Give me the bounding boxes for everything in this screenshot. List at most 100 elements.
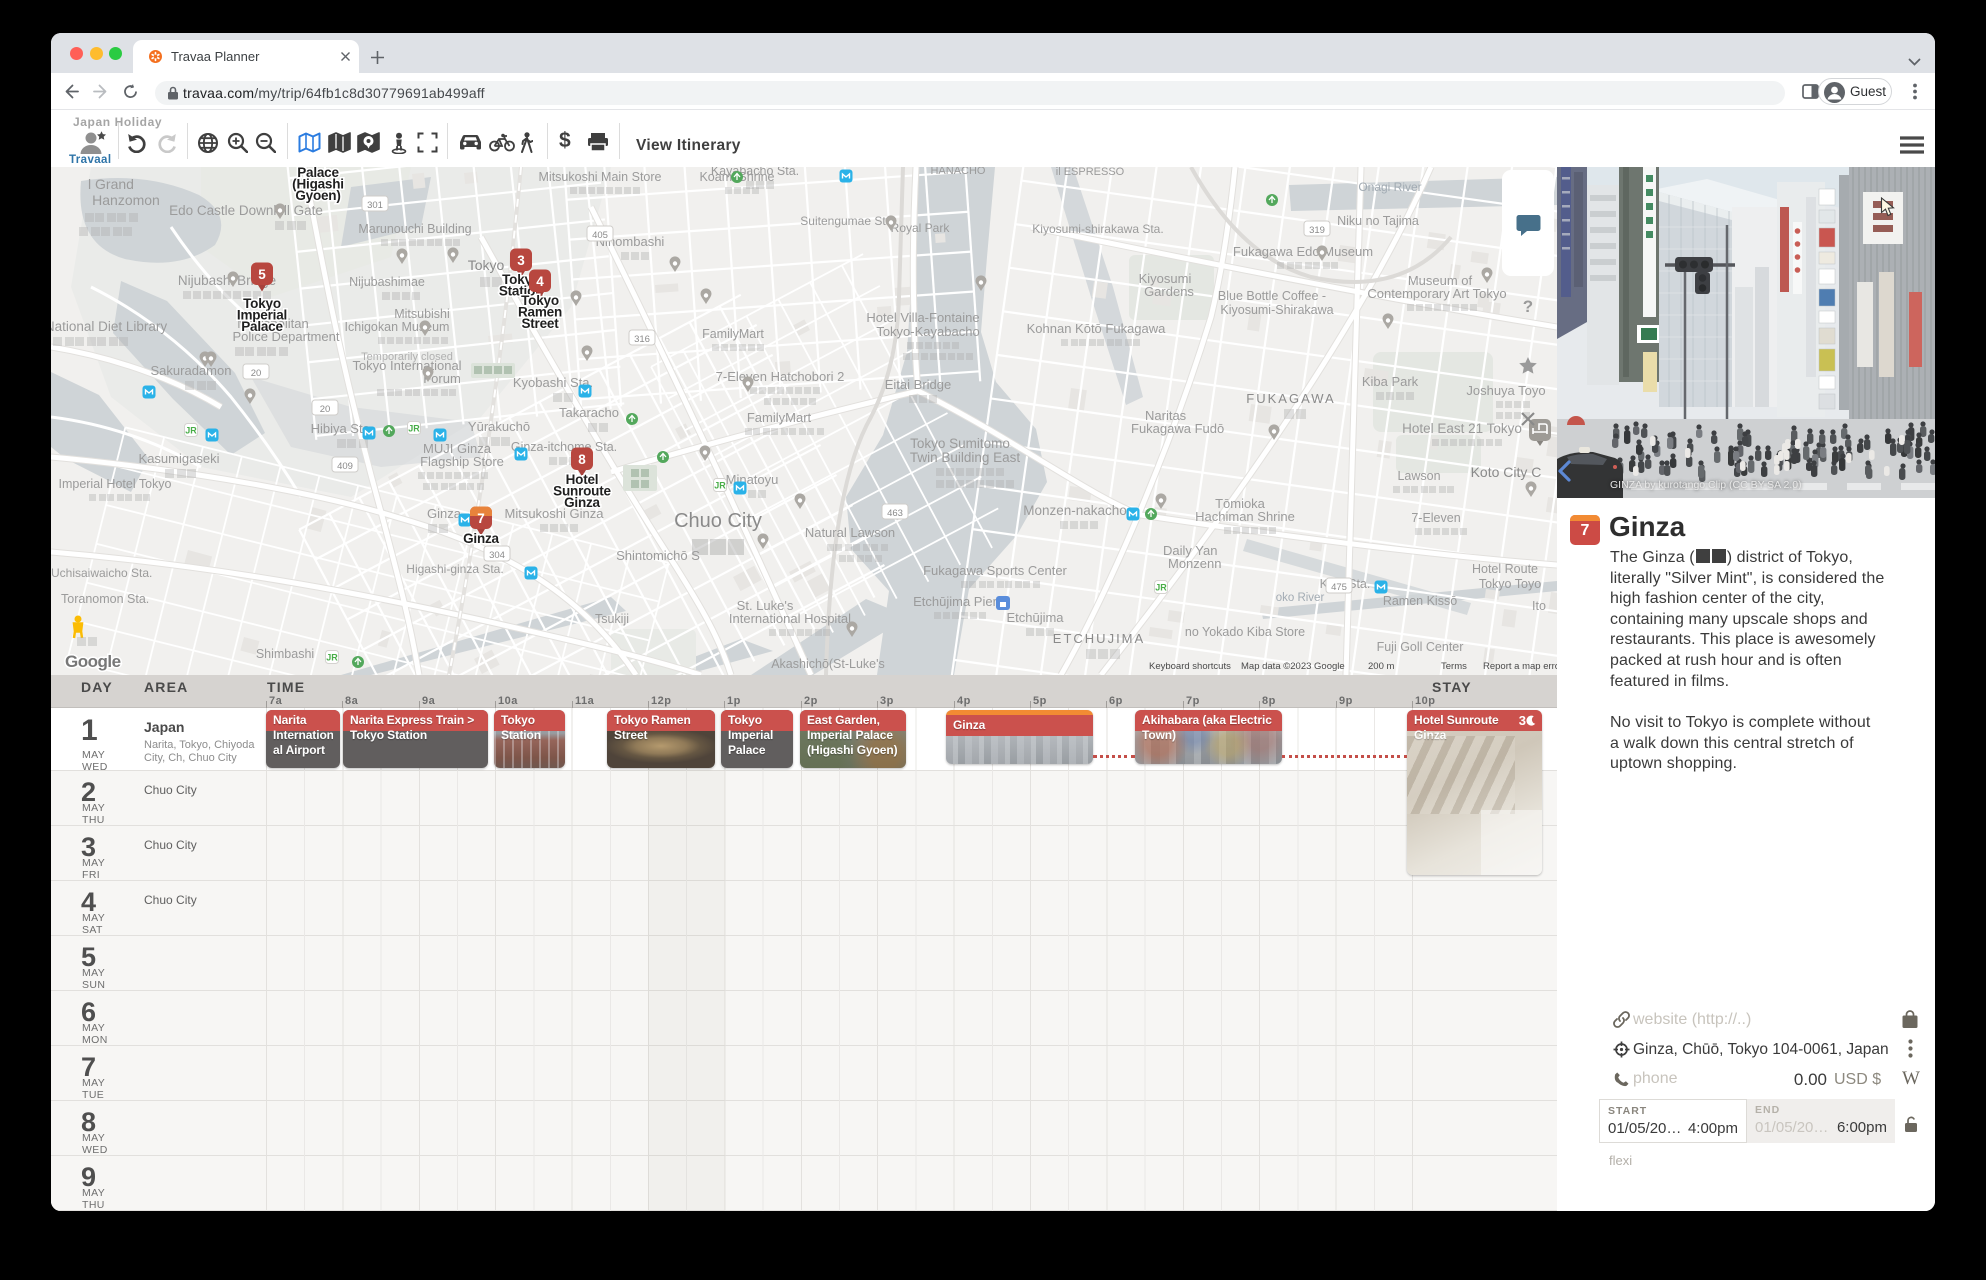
svg-text:Nijubashimae: Nijubashimae xyxy=(349,275,425,289)
svg-text:Akashichō(St-Luke's: Akashichō(St-Luke's xyxy=(771,657,885,671)
svg-text:Edo Castle Downhill Gate: Edo Castle Downhill Gate xyxy=(169,203,323,218)
svg-text:Eitai Bridge: Eitai Bridge xyxy=(885,377,951,392)
svg-text:Imperial Hotel Tokyo: Imperial Hotel Tokyo xyxy=(58,477,171,491)
svg-text:Kiyosumi-shirakawa Sta.: Kiyosumi-shirakawa Sta. xyxy=(1032,222,1163,236)
svg-text:Twin Building East: Twin Building East xyxy=(910,450,1021,465)
svg-text:JR: JR xyxy=(185,426,197,436)
svg-text:Fukagawa Fudō: Fukagawa Fudō xyxy=(1131,421,1224,436)
svg-text:Natural Lawson: Natural Lawson xyxy=(805,525,895,540)
svg-text:Hachiman Shrine: Hachiman Shrine xyxy=(1195,509,1295,524)
svg-text:7-Eleven Hatchobori 2: 7-Eleven Hatchobori 2 xyxy=(716,369,845,384)
svg-text:20: 20 xyxy=(320,404,331,415)
svg-text:Kiba Park: Kiba Park xyxy=(1362,374,1419,389)
svg-text:Lawson: Lawson xyxy=(1397,469,1440,483)
svg-text:Hotel Villa-Fontaine: Hotel Villa-Fontaine xyxy=(866,310,979,325)
svg-text:Ichigokan Museum: Ichigokan Museum xyxy=(345,320,450,334)
svg-text:Kohnan Kōtō Fukagawa: Kohnan Kōtō Fukagawa xyxy=(1027,321,1167,336)
svg-text:Flagship Store: Flagship Store xyxy=(420,454,504,469)
svg-text:Hotel East 21 Tokyo: Hotel East 21 Tokyo xyxy=(1402,421,1522,436)
svg-text:Royal Park: Royal Park xyxy=(891,221,951,235)
svg-text:Etchūjima: Etchūjima xyxy=(1006,610,1064,625)
svg-text:Ito: Ito xyxy=(1532,599,1546,613)
svg-text:JR: JR xyxy=(408,424,420,434)
svg-text:Tsukiji: Tsukiji xyxy=(595,612,629,626)
svg-text:Tokyo Sumitomo: Tokyo Sumitomo xyxy=(910,436,1010,451)
svg-text:4: 4 xyxy=(536,274,544,289)
svg-text:HANACHO: HANACHO xyxy=(930,167,985,177)
svg-text:20: 20 xyxy=(251,368,262,379)
svg-text:Tokyo-Kayabacho: Tokyo-Kayabacho xyxy=(876,324,979,339)
svg-text:405: 405 xyxy=(592,230,608,241)
svg-text:Terms: Terms xyxy=(1441,661,1467,672)
svg-text:oko River: oko River xyxy=(1276,592,1325,604)
svg-text:Suitengumae Sta.: Suitengumae Sta. xyxy=(800,214,895,228)
svg-text:FUKAGAWA: FUKAGAWA xyxy=(1246,391,1335,406)
svg-text:Hotel Route: Hotel Route xyxy=(1472,562,1538,576)
svg-text:301: 301 xyxy=(367,200,383,211)
svg-text:8: 8 xyxy=(578,452,586,467)
svg-text:Onagi River: Onagi River xyxy=(1358,180,1421,194)
svg-text:Tokyo: Tokyo xyxy=(468,257,505,273)
svg-text:no Yokado Kiba Store: no Yokado Kiba Store xyxy=(1185,625,1305,639)
svg-text:Ginza: Ginza xyxy=(564,495,600,510)
svg-text:Report a map error: Report a map error xyxy=(1483,661,1557,672)
svg-text:Fuji Goll Center: Fuji Goll Center xyxy=(1377,640,1464,654)
svg-text:Yūrakuchō: Yūrakuchō xyxy=(468,419,530,434)
svg-text:JR: JR xyxy=(326,653,338,663)
svg-text:ETCHUJIMA: ETCHUJIMA xyxy=(1053,631,1145,646)
svg-text:Higashi-ginza Sta.: Higashi-ginza Sta. xyxy=(406,562,503,576)
svg-text:Kiyosumi-Shirakawa: Kiyosumi-Shirakawa xyxy=(1220,303,1333,317)
svg-text:Uchisaiwaicho Sta.: Uchisaiwaicho Sta. xyxy=(51,566,152,580)
svg-text:JR: JR xyxy=(714,481,726,491)
svg-text:463: 463 xyxy=(887,508,903,519)
svg-text:?: ? xyxy=(1523,297,1533,316)
svg-text:Niku no Tajima: Niku no Tajima xyxy=(1337,214,1419,228)
svg-text:319: 319 xyxy=(1309,225,1325,236)
svg-text:Keyboard shortcuts: Keyboard shortcuts xyxy=(1149,661,1231,672)
svg-text:Fukagawa Edo Museum: Fukagawa Edo Museum xyxy=(1233,244,1373,259)
svg-text:Ginza: Ginza xyxy=(427,506,462,521)
svg-text:FamilyMart: FamilyMart xyxy=(747,410,812,425)
svg-text:Kasumigaseki: Kasumigaseki xyxy=(139,451,220,466)
svg-text:Tokyo Toyo: Tokyo Toyo xyxy=(1479,577,1541,591)
svg-text:200 m: 200 m xyxy=(1368,661,1394,672)
svg-text:Contemporary Art Tokyo: Contemporary Art Tokyo xyxy=(1367,286,1506,301)
svg-text:Gyoen): Gyoen) xyxy=(295,188,340,203)
svg-text:Monzen-nakacho: Monzen-nakacho xyxy=(1023,503,1127,518)
svg-text:FamilyMart: FamilyMart xyxy=(702,327,764,341)
svg-text:7-Eleven: 7-Eleven xyxy=(1411,511,1460,525)
svg-text:Fukagawa Sports Center: Fukagawa Sports Center xyxy=(923,563,1067,578)
svg-text:Shimbashi: Shimbashi xyxy=(256,647,314,661)
svg-text:409: 409 xyxy=(337,461,353,472)
svg-text:Chuo City: Chuo City xyxy=(674,510,762,532)
svg-text:3: 3 xyxy=(517,253,525,268)
svg-text:il ESPRESSO: il ESPRESSO xyxy=(1056,167,1125,178)
svg-text:International Hospital: International Hospital xyxy=(729,611,851,626)
svg-text:Map data ©2023 Google: Map data ©2023 Google xyxy=(1241,661,1345,672)
svg-text:304: 304 xyxy=(489,550,505,561)
svg-text:Mitsubishi: Mitsubishi xyxy=(394,307,450,321)
svg-text:Toranomon Sta.: Toranomon Sta. xyxy=(61,592,149,606)
svg-text:Mitsukoshi Main Store: Mitsukoshi Main Store xyxy=(539,170,662,184)
svg-text:475: 475 xyxy=(1331,582,1347,593)
svg-text:Shintomichō S: Shintomichō S xyxy=(616,548,700,563)
svg-text:Marunouchi Building: Marunouchi Building xyxy=(358,222,471,236)
svg-text:5: 5 xyxy=(258,267,266,282)
svg-text:JR: JR xyxy=(1155,583,1167,593)
svg-text:Ramen Kissō: Ramen Kissō xyxy=(1383,594,1457,608)
svg-text:7: 7 xyxy=(477,511,485,526)
svg-text:Blue Bottle Coffee -: Blue Bottle Coffee - xyxy=(1218,289,1326,303)
svg-text:Gardens: Gardens xyxy=(1144,284,1194,299)
svg-text:Ginza: Ginza xyxy=(463,531,499,546)
svg-text:Koto City C: Koto City C xyxy=(1471,464,1542,480)
svg-text:Joshuya Toyo: Joshuya Toyo xyxy=(1466,383,1545,398)
svg-text:Street: Street xyxy=(521,316,559,331)
svg-text:Google: Google xyxy=(65,652,121,671)
svg-text:Monzenn: Monzenn xyxy=(1168,556,1221,571)
svg-text:316: 316 xyxy=(634,334,650,345)
svg-text:Takaracho: Takaracho xyxy=(559,405,619,420)
svg-text:National Diet Library: National Diet Library xyxy=(51,319,167,334)
svg-text:l Grand: l Grand xyxy=(88,176,134,192)
svg-text:Sakuradamon: Sakuradamon xyxy=(151,363,232,378)
svg-text:Palace: Palace xyxy=(241,319,283,334)
